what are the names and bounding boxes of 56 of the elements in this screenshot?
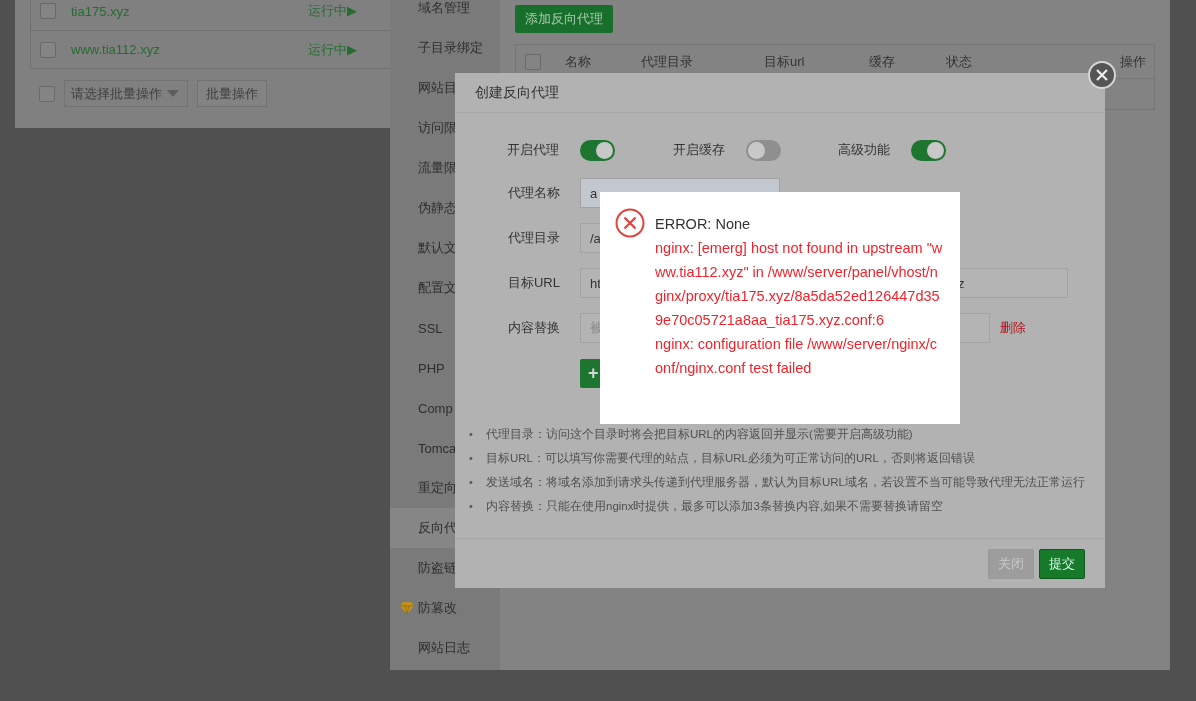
delete-link[interactable]: 删除: [1000, 319, 1026, 337]
submit-button[interactable]: 提交: [1039, 548, 1085, 579]
diamond-icon: [400, 602, 414, 614]
menu-label: 子目录绑定: [418, 39, 483, 57]
toggle-label: 开启缓存: [673, 141, 725, 159]
menu-label: PHP: [418, 360, 445, 376]
column-header: 代理目录: [641, 52, 694, 71]
column-header: 缓存: [869, 52, 896, 71]
toggle-switch[interactable]: [746, 139, 781, 161]
menu-label: Comp: [418, 400, 453, 416]
bullet: •: [469, 452, 474, 464]
menu-label: 访问限: [418, 119, 457, 137]
column-header: 目标url: [764, 52, 806, 71]
dialog-title: 创建反向代理: [475, 83, 559, 102]
menu-label: 防篡改: [418, 599, 457, 617]
column-header: 操作: [1120, 52, 1146, 71]
column-header: 名称: [565, 52, 592, 71]
add-proxy-button[interactable]: 添加反向代理: [515, 5, 613, 33]
error-icon: [615, 208, 645, 238]
field-label: 目标URL: [507, 274, 560, 292]
menu-label: 域名管理: [418, 0, 470, 17]
menu-item[interactable]: 网站日志: [390, 628, 500, 668]
error-message: nginx: configuration file /www/server/nginx/conf/nginx.conf test failed: [655, 335, 939, 378]
toggle-label: 开启代理: [507, 141, 559, 159]
column-header: 状态: [946, 52, 973, 71]
menu-item[interactable]: 子目录绑定: [390, 28, 500, 68]
bullet: •: [469, 428, 474, 440]
menu-label: 防盗链: [418, 559, 457, 577]
batch-select[interactable]: 请选择批量操作: [64, 80, 188, 107]
close-icon: [1096, 69, 1108, 81]
checkbox[interactable]: [39, 85, 55, 102]
bullet: •: [469, 476, 474, 488]
menu-item[interactable]: 域名管理: [390, 0, 500, 28]
field-label: 代理名称: [507, 184, 560, 202]
toggle-label: 高级功能: [838, 141, 890, 159]
error-title: ERROR: None: [655, 215, 752, 234]
tip-text: 发送域名：将域名添加到请求头传递到代理服务器，默认为目标URL域名，若设置不当可能导致代理无法正常运行: [486, 474, 1085, 490]
menu-item[interactable]: 防篡改: [390, 588, 500, 628]
checkbox[interactable]: [40, 3, 56, 19]
tip-text: 代理目录：访问这个目录时将会把目标URL的内容返回并显示(需要开启高级功能): [486, 426, 913, 442]
checkbox[interactable]: [525, 53, 541, 70]
batch-button[interactable]: 批量操作: [197, 80, 267, 107]
field-label: 内容替换: [507, 319, 560, 337]
menu-label: SSL: [418, 320, 443, 336]
tip-text: 目标URL：可以填写你需要代理的站点，目标URL必须为可正常访问的URL，否则将返回错误: [486, 450, 976, 466]
menu-label: 网站日志: [418, 639, 470, 657]
field-label: 代理目录: [507, 229, 560, 247]
caret-icon: [167, 90, 179, 97]
site-name[interactable]: www.tia112.xyz: [71, 42, 308, 57]
status-label[interactable]: 运行中▶: [308, 40, 357, 59]
toggle-switch[interactable]: [580, 139, 615, 161]
toggle-switch[interactable]: [911, 139, 946, 161]
site-name[interactable]: tia175.xyz: [71, 3, 308, 19]
menu-label: 流量限: [418, 159, 457, 177]
status-label[interactable]: 运行中▶: [308, 2, 357, 20]
checkbox[interactable]: [40, 41, 56, 58]
